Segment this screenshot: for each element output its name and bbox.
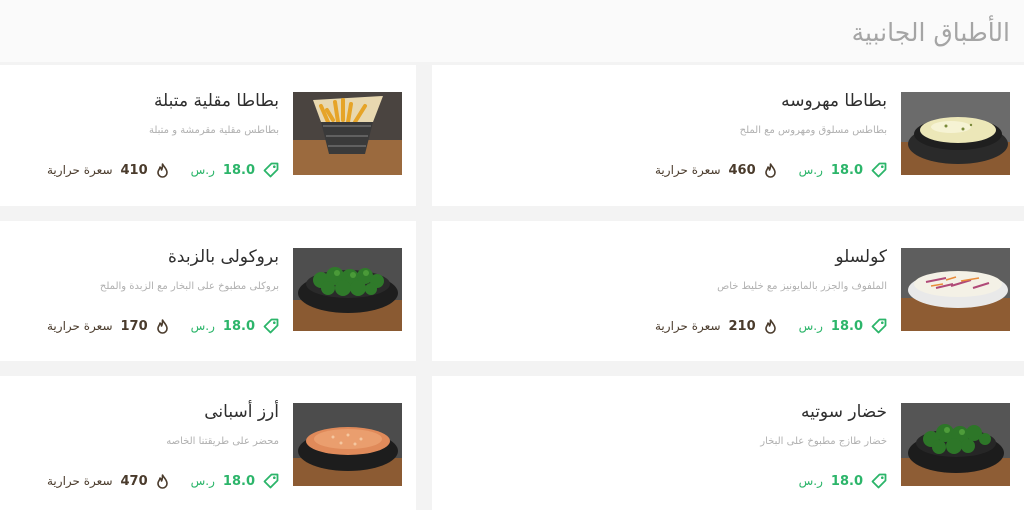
dish-description: محضر على طريقتنا الخاصه — [166, 436, 279, 447]
dish-name: بروكولى بالزبدة — [168, 247, 279, 267]
menu-item-card[interactable]: بطاطا مهروسه بطاطس مسلوق ومهروس مع الملح… — [432, 65, 1024, 206]
calories-label: سعرة حرارية — [655, 163, 721, 177]
price-currency: ر.س — [190, 319, 215, 333]
flame-icon — [156, 318, 168, 334]
dish-image — [901, 403, 1010, 486]
dish-name: كولسلو — [835, 247, 887, 267]
flame-icon — [156, 473, 168, 489]
calories-value: 170 — [120, 318, 148, 334]
calories-value: 210 — [728, 318, 756, 334]
section-title: الأطباق الجانبية — [851, 18, 1010, 47]
dish-meta: 18.0 ر.س — [799, 473, 887, 489]
dish-name: خضار سوتيه — [800, 402, 887, 422]
price-currency: ر.س — [190, 474, 215, 488]
dish-description: بطاطس مسلوق ومهروس مع الملح — [739, 125, 887, 136]
dish-name: أرز أسبانى — [204, 402, 279, 422]
dish-name: بطاطا مهروسه — [781, 91, 887, 111]
price-currency: ر.س — [798, 474, 823, 488]
price-tag-icon — [871, 318, 887, 334]
dish-meta: 18.0 ر.س 410 سعرة حرارية — [47, 162, 279, 178]
dish-description: خضار طازج مطبوخ على البخار — [760, 436, 887, 447]
price-tag-icon — [871, 473, 887, 489]
dish-name: بطاطا مقلية متبلة — [153, 91, 279, 111]
price-tag-icon — [263, 162, 279, 178]
price-currency: ر.س — [190, 163, 215, 177]
calories-label: سعرة حرارية — [47, 474, 113, 488]
dish-description: الملفوف والجزر بالمايونيز مع خليط خاص — [717, 281, 887, 292]
menu-item-card[interactable]: أرز أسبانى محضر على طريقتنا الخاصه 18.0 … — [0, 376, 416, 510]
price-tag-icon — [263, 318, 279, 334]
price-value: 18.0 — [830, 473, 863, 489]
dish-meta: 18.0 ر.س 210 سعرة حرارية — [655, 318, 887, 334]
price-currency: ر.س — [798, 163, 823, 177]
dish-image — [293, 248, 402, 331]
calories-label: سعرة حرارية — [47, 163, 113, 177]
dish-image — [293, 403, 402, 486]
price-value: 18.0 — [222, 473, 255, 489]
calories-label: سعرة حرارية — [655, 319, 721, 333]
dish-meta: 18.0 ر.س 460 سعرة حرارية — [655, 162, 887, 178]
price-tag-icon — [263, 473, 279, 489]
dish-description: بطاطس مقلية مقرمشة و متبلة — [148, 125, 279, 136]
calories-value: 470 — [120, 473, 148, 489]
price-value: 18.0 — [830, 162, 863, 178]
dish-meta: 18.0 ر.س 470 سعرة حرارية — [47, 473, 279, 489]
dish-image — [293, 92, 402, 175]
price-value: 18.0 — [222, 318, 255, 334]
calories-value: 460 — [728, 162, 756, 178]
dish-image — [901, 248, 1010, 331]
calories-label: سعرة حرارية — [47, 319, 113, 333]
menu-item-card[interactable]: بروكولى بالزبدة بروكلى مطبوخ على البخار … — [0, 221, 416, 361]
menu-item-card[interactable]: خضار سوتيه خضار طازج مطبوخ على البخار 18… — [432, 376, 1024, 510]
price-value: 18.0 — [830, 318, 863, 334]
calories-value: 410 — [120, 162, 148, 178]
flame-icon — [764, 318, 776, 334]
price-value: 18.0 — [222, 162, 255, 178]
dish-description: بروكلى مطبوخ على البخار مع الزبدة والملح — [99, 281, 279, 292]
flame-icon — [764, 162, 776, 178]
menu-item-card[interactable]: كولسلو الملفوف والجزر بالمايونيز مع خليط… — [432, 221, 1024, 361]
menu-item-card[interactable]: بطاطا مقلية متبلة بطاطس مقلية مقرمشة و م… — [0, 65, 416, 206]
dish-meta: 18.0 ر.س 170 سعرة حرارية — [47, 318, 279, 334]
dish-image — [901, 92, 1010, 175]
flame-icon — [156, 162, 168, 178]
price-currency: ر.س — [798, 319, 823, 333]
price-tag-icon — [871, 162, 887, 178]
